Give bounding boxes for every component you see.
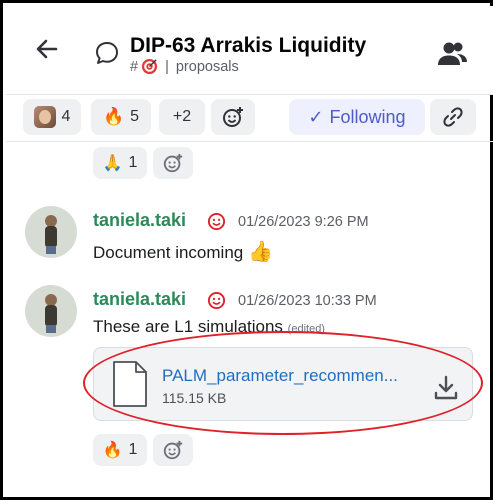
username[interactable]: taniela.taki: [93, 289, 186, 310]
pray-reaction-count: 1: [128, 154, 138, 171]
app-frame: DIP-63 Arrakis Liquidity # | proposals 4: [0, 0, 493, 500]
fire-emoji: 🔥: [102, 442, 123, 459]
channel-breadcrumb[interactable]: # | proposals: [130, 58, 239, 75]
fire-reaction-count: 1: [128, 441, 138, 458]
members-icon[interactable]: [436, 40, 468, 68]
file-size: 115.15 KB: [162, 390, 227, 406]
smile-badge-icon: [207, 212, 226, 231]
separator: |: [165, 58, 169, 75]
more-reactions-label: +2: [172, 108, 192, 125]
smile-badge-icon: [207, 291, 226, 310]
reactor-avatar: [33, 106, 56, 128]
avatar-reaction-chip[interactable]: 4: [23, 99, 81, 135]
message-text: Document incoming: [93, 243, 244, 262]
avatar-reaction-count: 4: [61, 108, 71, 125]
file-icon: [113, 361, 147, 407]
fire-reaction-chip[interactable]: 🔥 5: [91, 99, 151, 135]
chat-bubble-icon: [96, 42, 118, 64]
more-reactions-chip[interactable]: +2: [159, 99, 205, 135]
channel-name: proposals: [175, 58, 239, 75]
thread-title: DIP-63 Arrakis Liquidity: [130, 34, 367, 57]
thread-header: DIP-63 Arrakis Liquidity # | proposals: [6, 6, 493, 94]
fire-emoji: 🔥: [102, 107, 125, 126]
copy-link-button[interactable]: [430, 99, 476, 135]
pray-emoji: 🙏: [102, 155, 123, 172]
edited-label: (edited): [287, 323, 325, 335]
following-label: Following: [329, 106, 406, 127]
direct-hit-emoji: [142, 58, 158, 75]
arrow-left-icon[interactable]: [32, 34, 62, 64]
message-content: Document incoming 👍: [93, 239, 273, 264]
thread-reaction-bar: 4 🔥 5 +2 ✓ Following: [6, 99, 493, 141]
add-reaction-icon: [223, 107, 243, 127]
message-timestamp: 01/26/2023 9:26 PM: [238, 214, 369, 230]
add-reaction-small-button[interactable]: [153, 147, 193, 179]
add-reaction-button[interactable]: [211, 99, 255, 135]
file-name-link[interactable]: PALM_parameter_recommen...: [162, 366, 398, 386]
avatar[interactable]: [25, 206, 77, 258]
message-text: These are L1 simulations: [93, 317, 283, 336]
check-icon: ✓: [308, 106, 324, 127]
avatar[interactable]: [25, 285, 77, 337]
message-timestamp: 01/26/2023 10:33 PM: [238, 293, 377, 309]
hash-symbol: #: [130, 58, 139, 75]
add-reaction-icon: [163, 153, 183, 173]
username[interactable]: taniela.taki: [93, 210, 186, 231]
download-icon[interactable]: [432, 374, 460, 402]
pray-reaction-chip[interactable]: 🙏 1: [93, 147, 147, 179]
file-attachment[interactable]: PALM_parameter_recommen... 115.15 KB: [93, 347, 473, 421]
following-button[interactable]: ✓ Following: [289, 99, 425, 135]
add-reaction-small-button[interactable]: [153, 434, 193, 466]
link-icon: [443, 107, 463, 127]
add-reaction-icon: [163, 440, 183, 460]
thumbs-up-emoji: 👍: [247, 241, 273, 263]
fire-reaction-chip-message[interactable]: 🔥 1: [93, 434, 147, 466]
message-content: These are L1 simulations (edited): [93, 317, 325, 337]
fire-reaction-count: 5: [130, 108, 140, 125]
bar-divider: [6, 141, 493, 142]
header-divider: [6, 94, 493, 95]
